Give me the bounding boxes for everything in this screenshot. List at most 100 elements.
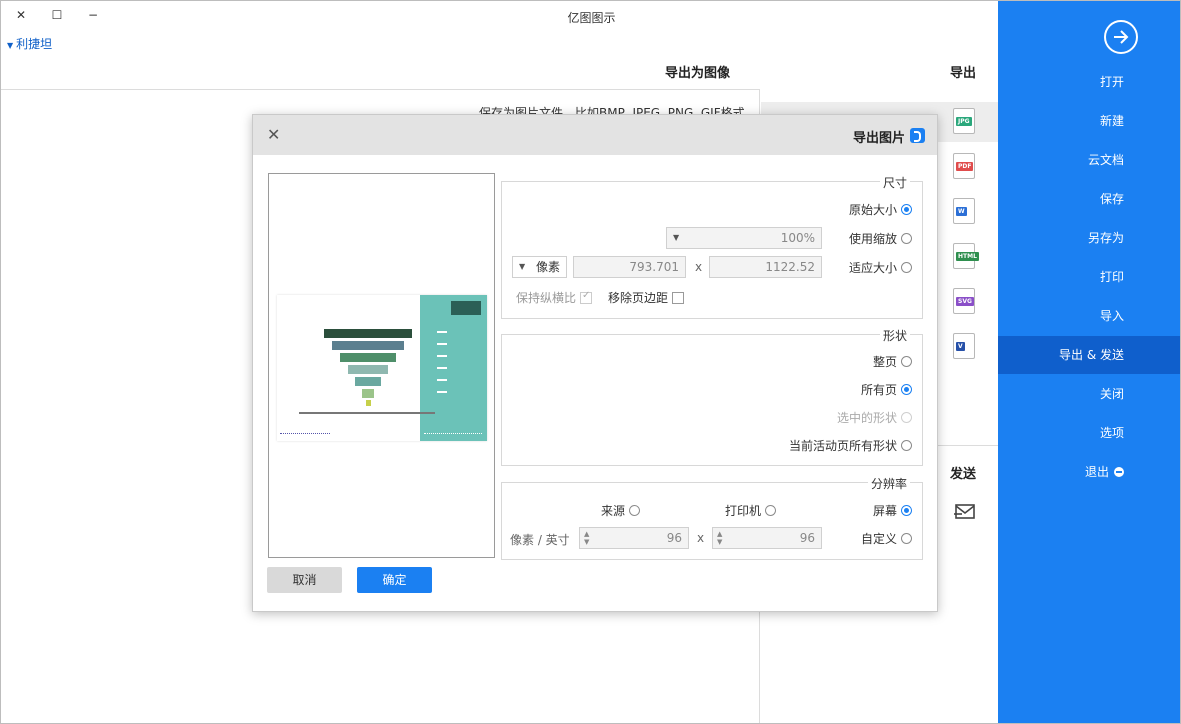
sidebar-item-3[interactable]: 保存 xyxy=(998,180,1180,218)
app-window: ✕ ☐ − 亿图图示 ▼ 利捷坦 导出为图像 保存为图片文件，比如BMP, JPE… xyxy=(0,0,1181,724)
size-times-label: x xyxy=(695,260,703,274)
selected-shapes-label: 选中的形状 xyxy=(836,411,897,425)
shape-whole-page-option[interactable]: 整页 xyxy=(873,354,912,370)
export-image-dialog: ✕ 导出图片 尺寸 原始大小 使用缩放 ▼ 100% 适应大小 1122.52 … xyxy=(252,114,938,612)
html-file-icon: HTML xyxy=(953,243,979,269)
user-name: 利捷坦 xyxy=(16,37,53,51)
radio-unchecked-icon xyxy=(765,505,776,516)
checkbox-icon xyxy=(672,292,685,304)
size-fit-label: 适应大小 xyxy=(848,261,897,275)
dialog-close-button[interactable]: ✕ xyxy=(267,125,280,144)
sidebar-item-7[interactable]: 导出 & 发送 xyxy=(998,336,1180,374)
remove-margin-label: 移除页边距 xyxy=(608,291,669,305)
size-original-label: 原始大小 xyxy=(848,203,897,217)
zoom-value: 100% xyxy=(780,231,815,245)
format-badge: SVG xyxy=(956,297,974,306)
jpg-file-icon: JPG xyxy=(953,108,975,134)
height-input[interactable]: 793.701 xyxy=(573,256,686,278)
resolution-group-title: 分辨率 xyxy=(867,475,910,492)
keep-ratio-checkbox[interactable]: 保持纵横比 xyxy=(516,289,593,306)
sidebar-item-6[interactable]: 导入 xyxy=(998,297,1180,335)
dropdown-triangle-icon: ▼ xyxy=(7,41,14,50)
dialog-header: ✕ 导出图片 xyxy=(253,115,937,155)
shape-group: 形状 整页 所有页 选中的形状 当前活动页所有形状 xyxy=(501,327,923,466)
shape-all-pages-option[interactable]: 所有页 xyxy=(861,382,912,398)
back-arrow-icon[interactable] xyxy=(1104,20,1138,54)
export-header: 导出 xyxy=(950,66,977,81)
resolution-screen-option[interactable]: 屏幕 xyxy=(873,503,912,519)
size-zoom-label: 使用缩放 xyxy=(848,232,897,246)
cancel-button[interactable]: 取消 xyxy=(267,567,342,593)
custom-label: 自定义 xyxy=(860,532,897,546)
sidebar-item-label: 导出 & 发送 xyxy=(1059,348,1124,362)
spin-arrows-icon[interactable]: ▲ ▼ xyxy=(584,530,589,546)
dpi-x-value: 96 xyxy=(799,531,815,545)
sidebar-item-label: 关闭 xyxy=(1099,387,1124,401)
send-header: 发送 xyxy=(950,467,977,482)
screen-label: 屏幕 xyxy=(872,504,897,518)
sidebar-item-0[interactable]: 打开 xyxy=(998,63,1180,101)
resolution-printer-option[interactable]: 打印机 xyxy=(725,503,776,519)
format-badge: W xyxy=(956,207,967,216)
exit-icon xyxy=(1114,467,1124,477)
unit-select[interactable]: ▼ 像素 xyxy=(512,256,567,278)
resolution-source-option[interactable]: 来源 xyxy=(601,503,640,519)
dpi-unit-label: 像素 / 英寸 xyxy=(510,533,570,547)
sidebar-item-label: 退出 xyxy=(1084,465,1109,479)
radio-unchecked-icon xyxy=(901,262,912,273)
sidebar-item-label: 新建 xyxy=(1099,114,1124,128)
sidebar-item-label: 另存为 xyxy=(1087,231,1124,245)
size-zoom-option[interactable]: 使用缩放 xyxy=(849,231,912,247)
remove-margin-checkbox[interactable]: 移除页边距 xyxy=(608,289,685,306)
radio-unchecked-icon xyxy=(901,356,912,367)
resolution-group: 分辨率 屏幕 打印机 来源 自定义 ▲ ▼ 96 x ▲ ▼ 96 像素 / 英寸 xyxy=(501,475,923,560)
sidebar-item-10[interactable]: 退出 xyxy=(998,453,1180,491)
radio-checked-icon xyxy=(901,505,912,516)
sidebar-item-9[interactable]: 选项 xyxy=(998,414,1180,452)
chevron-down-icon: ▼ xyxy=(673,233,680,242)
radio-unchecked-icon xyxy=(901,533,912,544)
sidebar-item-label: 选项 xyxy=(1099,426,1124,440)
radio-unchecked-icon xyxy=(901,233,912,244)
current-page-shapes-label: 当前活动页所有形状 xyxy=(788,439,897,453)
unit-value: 像素 xyxy=(535,260,560,274)
radio-unchecked-icon xyxy=(629,505,640,516)
radio-checked-icon xyxy=(901,384,912,395)
content-divider xyxy=(1,89,759,90)
dpi-y-input[interactable]: ▲ ▼ 96 xyxy=(579,527,689,549)
sidebar-item-5[interactable]: 打印 xyxy=(998,258,1180,296)
edraw-logo-icon xyxy=(910,128,925,143)
shape-group-title: 形状 xyxy=(879,327,910,344)
sidebar-item-label: 导入 xyxy=(1099,309,1124,323)
word-file-icon: W xyxy=(953,198,975,224)
sidebar-item-4[interactable]: 另存为 xyxy=(998,219,1180,257)
shape-current-page-option[interactable]: 当前活动页所有形状 xyxy=(789,438,912,454)
export-preview xyxy=(268,173,495,558)
format-badge: V xyxy=(956,342,965,351)
sidebar-item-2[interactable]: 云文档 xyxy=(998,141,1180,179)
email-icon[interactable] xyxy=(954,503,978,521)
size-group-title: 尺寸 xyxy=(879,174,910,191)
spin-arrows-icon[interactable]: ▲ ▼ xyxy=(717,530,722,546)
dpi-x-input[interactable]: ▲ ▼ 96 xyxy=(712,527,822,549)
size-fit-option[interactable]: 适应大小 xyxy=(849,260,912,276)
content-header: 导出为图像 xyxy=(665,66,731,81)
shape-selected-option[interactable]: 选中的形状 xyxy=(837,410,912,426)
chevron-down-icon: ▼ xyxy=(519,262,526,271)
width-input[interactable]: 1122.52 xyxy=(709,256,822,278)
resolution-custom-option[interactable]: 自定义 xyxy=(861,531,912,547)
sidebar-item-label: 打印 xyxy=(1099,270,1124,284)
visio-file-icon: V xyxy=(953,333,975,359)
pdf-file-icon: PDF xyxy=(953,153,975,179)
sidebar-item-8[interactable]: 关闭 xyxy=(998,375,1180,413)
whole-page-label: 整页 xyxy=(872,355,897,369)
ok-button[interactable]: 确定 xyxy=(357,567,432,593)
source-label: 来源 xyxy=(600,504,625,518)
user-menu[interactable]: ▼ 利捷坦 xyxy=(7,35,52,52)
size-original-option[interactable]: 原始大小 xyxy=(849,202,912,218)
sidebar-item-1[interactable]: 新建 xyxy=(998,102,1180,140)
checkbox-checked-icon xyxy=(580,290,593,304)
sidebar-item-label: 云文档 xyxy=(1087,153,1124,167)
radio-checked-icon xyxy=(901,204,912,215)
zoom-select[interactable]: ▼ 100% xyxy=(666,227,822,249)
